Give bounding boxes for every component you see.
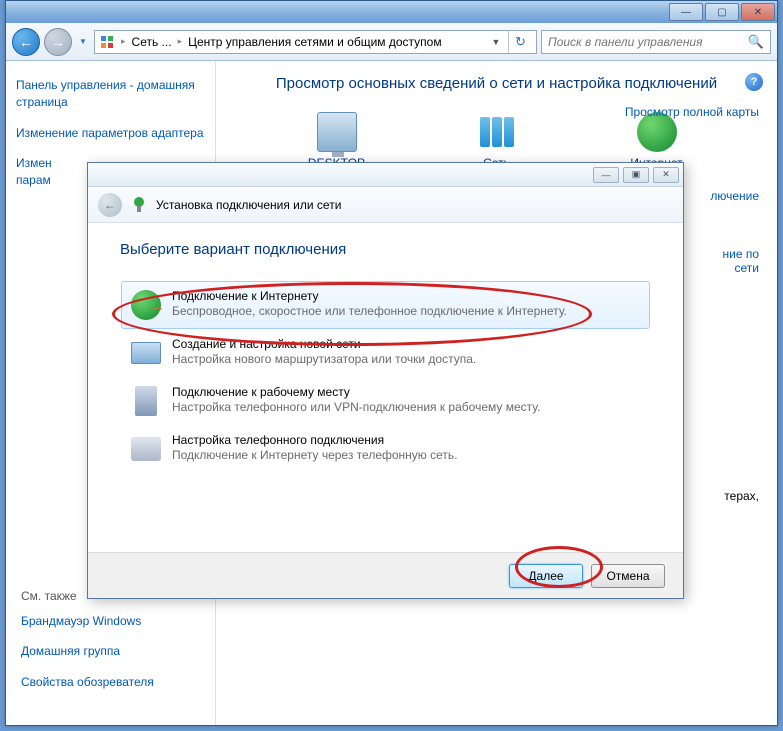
help-icon[interactable]: ? <box>745 73 763 91</box>
dialog-minimize-button[interactable]: — <box>593 167 619 183</box>
connection-wizard-dialog: — ▣ ✕ ← Установка подключения или сети В… <box>87 162 684 599</box>
minimize-button[interactable]: — <box>669 3 703 21</box>
sidebar-link-firewall[interactable]: Брандмауэр Windows <box>21 613 154 630</box>
internet-option-icon <box>130 289 162 321</box>
nav-forward-button[interactable]: → <box>44 28 72 56</box>
search-box[interactable]: 🔍 <box>541 30 771 54</box>
breadcrumb-sep-icon: ▸ <box>121 36 126 47</box>
search-input[interactable] <box>548 35 744 49</box>
option-title: Подключение к рабочему месту <box>172 385 641 399</box>
option-title: Создание и настройка новой сети <box>172 337 641 351</box>
option-dialup[interactable]: Настройка телефонного подключения Подклю… <box>121 425 650 473</box>
partial-link[interactable]: ние по сети <box>722 247 759 275</box>
dialog-back-button[interactable]: ← <box>98 193 122 217</box>
option-connect-workplace[interactable]: Подключение к рабочему месту Настройка т… <box>121 377 650 425</box>
option-desc: Настройка телефонного или VPN-подключени… <box>172 400 641 414</box>
address-bar[interactable]: ▸ Сеть ... ▸ Центр управления сетями и о… <box>94 30 537 54</box>
address-dropdown-icon[interactable]: ▼ <box>488 37 504 47</box>
full-map-link[interactable]: Просмотр полной карты <box>625 105 759 119</box>
sidebar-link-home[interactable]: Панель управления - домашняя страница <box>16 77 205 111</box>
workplace-option-icon <box>130 385 162 417</box>
partial-link[interactable]: лючение <box>710 189 759 203</box>
sidebar-link-homegroup[interactable]: Домашняя группа <box>21 643 154 660</box>
dialog-footer: Далее Отмена <box>88 552 683 598</box>
option-create-network[interactable]: Создание и настройка новой сети Настройк… <box>121 329 650 377</box>
instruction-text: Выберите вариант подключения <box>120 241 651 258</box>
breadcrumb-item[interactable]: Центр управления сетями и общим доступом <box>188 35 442 49</box>
search-icon: 🔍 <box>748 34 764 50</box>
refresh-button[interactable]: ↻ <box>508 31 532 53</box>
breadcrumb-sep-icon: ▸ <box>178 36 183 47</box>
option-desc: Настройка нового маршрутизатора или точк… <box>172 352 641 366</box>
new-network-option-icon <box>130 337 162 369</box>
close-button[interactable]: ✕ <box>741 3 775 21</box>
sidebar-link-browser-props[interactable]: Свойства обозревателя <box>21 674 154 691</box>
option-desc: Беспроводное, скоростное или телефонное … <box>172 304 641 318</box>
main-titlebar: — ▢ ✕ <box>6 1 777 23</box>
option-title: Подключение к Интернету <box>172 289 641 303</box>
nav-back-button[interactable]: ← <box>12 28 40 56</box>
connection-options-list: Подключение к Интернету Беспроводное, ск… <box>120 280 651 474</box>
dialog-header: ← Установка подключения или сети <box>88 187 683 223</box>
sidebar-bottom-section: См. также Брандмауэр Windows Домашняя гр… <box>21 589 154 705</box>
next-button[interactable]: Далее <box>509 564 583 588</box>
network-center-icon <box>99 34 115 50</box>
toolbar: ← → ▼ ▸ Сеть ... ▸ Центр управления сетя… <box>6 23 777 61</box>
nav-history-dropdown[interactable]: ▼ <box>76 32 90 52</box>
dialog-titlebar: — ▣ ✕ <box>88 163 683 187</box>
cancel-button[interactable]: Отмена <box>591 564 665 588</box>
partial-text: терах, <box>724 489 759 503</box>
dialog-maximize-button[interactable]: ▣ <box>623 167 649 183</box>
desktop-icon <box>317 112 357 152</box>
dialog-title: Установка подключения или сети <box>156 198 341 212</box>
wizard-icon <box>130 196 148 214</box>
maximize-button[interactable]: ▢ <box>705 3 739 21</box>
option-title: Настройка телефонного подключения <box>172 433 641 447</box>
dialog-body: Выберите вариант подключения Подключение… <box>88 223 683 492</box>
network-icon <box>477 112 517 152</box>
page-title: Просмотр основных сведений о сети и наст… <box>234 75 759 92</box>
breadcrumb-item[interactable]: Сеть ... <box>132 35 172 49</box>
sidebar-link-adapter[interactable]: Изменение параметров адаптера <box>16 125 205 142</box>
option-desc: Подключение к Интернету через телефонную… <box>172 448 641 462</box>
option-connect-internet[interactable]: Подключение к Интернету Беспроводное, ск… <box>121 281 650 329</box>
dialog-close-button[interactable]: ✕ <box>653 167 679 183</box>
phone-option-icon <box>130 433 162 465</box>
